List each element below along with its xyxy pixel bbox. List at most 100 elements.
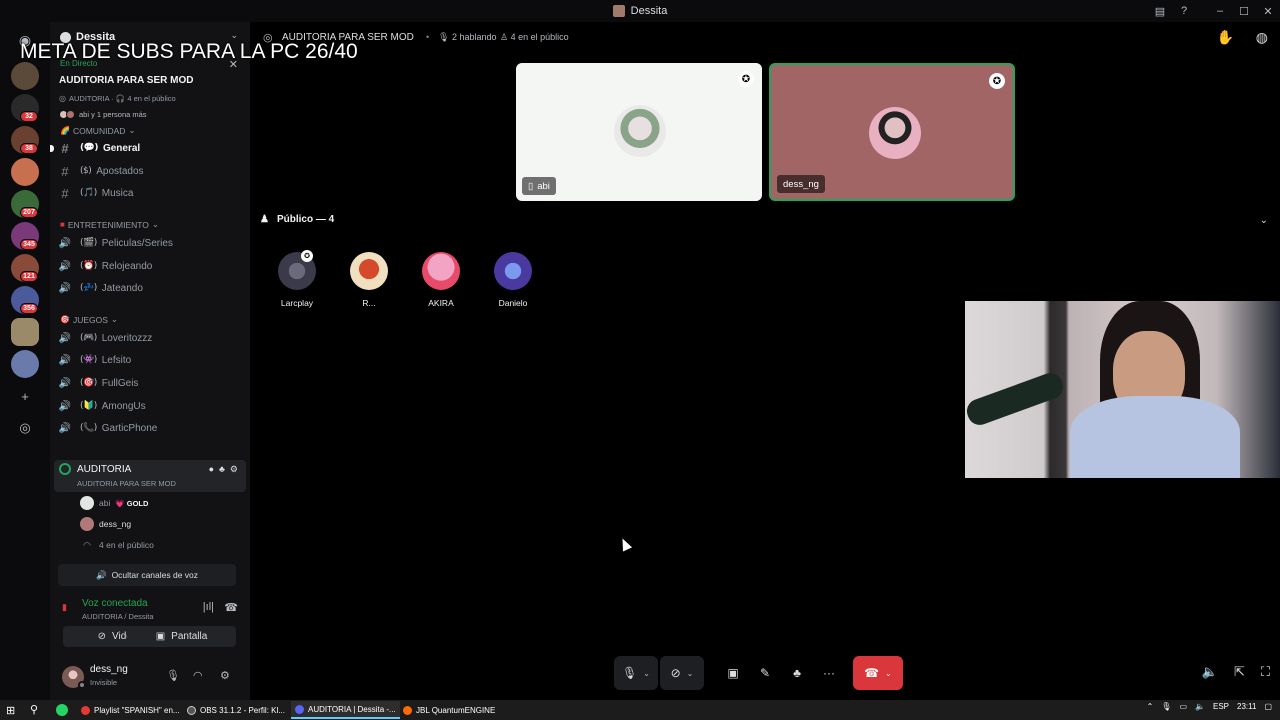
speaker-tile-dess[interactable]: ✪ dess_ng	[769, 63, 1015, 201]
leave-stage-button[interactable]: ☎ ⌄	[853, 656, 903, 690]
audience-member[interactable]: ✪ Larcplay	[267, 250, 327, 308]
speaker-name-tag: dess_ng	[777, 175, 825, 193]
invite-control[interactable]: ♣	[782, 656, 812, 690]
speaker-avatar	[869, 107, 921, 159]
user-name[interactable]: dess_ng	[90, 664, 128, 675]
taskbar-item-active[interactable]: AUDITORIA | Dessita -...	[291, 701, 400, 719]
gear-icon[interactable]: ⚙	[230, 464, 238, 475]
maximize-icon[interactable]: ☐	[1232, 0, 1256, 22]
microphone-icon[interactable]: 🎙	[1161, 702, 1171, 711]
chevron-down-icon[interactable]: ⌄	[643, 669, 650, 678]
whatsapp-icon[interactable]	[56, 704, 68, 716]
popout-icon[interactable]: ⇱	[1234, 664, 1245, 680]
taskbar-item[interactable]: JBL QuantumENGINE	[399, 701, 499, 719]
channel-fullgeis[interactable]: 🔊 (🎯) FullGeis	[54, 373, 244, 393]
server-icon[interactable]	[11, 158, 39, 186]
audience-count-text: 4 en el público	[510, 32, 569, 42]
inbox-icon[interactable]: ▤	[1148, 0, 1172, 22]
chat-icon[interactable]: ●	[209, 464, 214, 475]
channel-lefsito[interactable]: 🔊 (👾) Lefsito	[54, 350, 244, 370]
avatar	[80, 496, 94, 510]
unread-badge: 32	[20, 111, 38, 122]
category-entretenimiento[interactable]: ■ ENTRETENIMIENTO ⌄	[60, 219, 159, 230]
taskbar-item[interactable]: OBS 31.1.2 - Perfil: Kl...	[183, 701, 289, 719]
channel-peliculas[interactable]: 🔊 (🎬) Peliculas/Series	[54, 233, 244, 253]
screen-share-control[interactable]: ▣	[718, 656, 748, 690]
channel-general[interactable]: # (💬) General	[50, 138, 244, 158]
headphones-icon[interactable]: ◠	[193, 669, 203, 682]
add-server-icon[interactable]: +	[15, 386, 35, 406]
server-icon[interactable]	[11, 62, 39, 90]
speaker-tile-abi[interactable]: ✪ ▯ abi	[516, 63, 762, 201]
voice-user-abi[interactable]: abi 💗 GOLD	[80, 493, 148, 513]
phone-icon: ▯	[528, 180, 534, 192]
close-icon[interactable]: ✕	[1256, 0, 1280, 22]
activity-icon[interactable]: ◍	[1256, 29, 1268, 46]
status-indicator	[78, 681, 86, 689]
channel-label: Loveritozzz	[101, 332, 153, 344]
camera-button[interactable]: ⊘ ⌄	[660, 656, 704, 690]
channel-tag: (💤)	[80, 283, 97, 293]
disconnect-icon[interactable]: ☎	[224, 601, 238, 614]
hide-voice-label: Ocultar canales de voz	[111, 570, 199, 580]
voice-location[interactable]: AUDITORIA / Dessita	[82, 612, 154, 621]
help-icon[interactable]: ?	[1172, 0, 1196, 22]
more-icon: ···	[823, 666, 835, 680]
channel-garticphone[interactable]: 🔊 (📞) GarticPhone	[54, 418, 244, 438]
minimize-icon[interactable]: –	[1208, 0, 1232, 22]
channel-jateando[interactable]: 🔊 (💤) Jateando	[54, 278, 244, 298]
microphone-icon[interactable]: 🎙	[166, 669, 180, 682]
taskbar-item[interactable]: Playlist "SPANISH" en...	[77, 701, 184, 719]
speaking-count-text: 2 hablando	[451, 32, 497, 42]
audience-member[interactable]: R...	[339, 252, 399, 308]
voice-audience[interactable]: ◠ 4 en el público	[80, 535, 154, 555]
hide-voice-channels-button[interactable]: 🔊 Ocultar canales de voz	[58, 564, 236, 586]
fullscreen-icon[interactable]: ⛶	[1261, 664, 1270, 680]
gear-icon[interactable]: ⚙	[220, 669, 230, 682]
noise-suppression-icon[interactable]: |ıl|	[203, 601, 214, 613]
chevron-up-icon[interactable]: ⌃	[1147, 702, 1154, 711]
channel-apostados[interactable]: # ($) Apostados	[54, 161, 244, 181]
audience-member[interactable]: AKIRA	[411, 252, 471, 308]
speaker-icon: 🔊	[58, 237, 72, 249]
stage-channel-auditoria[interactable]: AUDITORIA AUDITORIA PARA SER MOD ● ♣ ⚙	[54, 460, 246, 492]
audience-member[interactable]: Danielo	[483, 252, 543, 308]
explore-icon[interactable]: ◎	[15, 418, 35, 438]
chevron-down-icon: ⌄	[128, 125, 136, 135]
chevron-down-icon[interactable]: ⌄	[687, 669, 694, 678]
clock[interactable]: 23:11	[1237, 702, 1256, 711]
add-member-icon[interactable]: ♣	[219, 464, 225, 475]
chevron-down-icon[interactable]: ⌄	[1260, 215, 1268, 226]
channel-loveritozzz[interactable]: 🔊 (🎮) Loveritozzz	[54, 328, 244, 348]
audience-member-name: R...	[362, 298, 376, 308]
webcam-microphone	[965, 369, 1067, 429]
category-juegos[interactable]: 🎯 JUEGOS ⌄	[60, 314, 118, 325]
voice-user-dess[interactable]: dess_ng	[80, 514, 131, 534]
server-icon[interactable]	[11, 350, 39, 378]
microphone-button[interactable]: 🎙 ⌄	[614, 656, 658, 690]
moderation-control[interactable]: ✎	[750, 656, 780, 690]
network-icon[interactable]: ▭	[1179, 702, 1187, 711]
user-panel: dess_ng Invisible 🎙 ◠ ⚙	[50, 660, 250, 700]
voice-status[interactable]: Voz conectada	[82, 598, 148, 609]
raise-hand-icon[interactable]: ✋	[1217, 29, 1234, 46]
volume-icon[interactable]: 🔈	[1195, 702, 1205, 711]
chevron-down-icon[interactable]: ⌄	[885, 669, 892, 678]
notification-icon[interactable]: ▢	[1264, 702, 1272, 711]
chevron-down-icon: ⌄	[110, 314, 119, 324]
more-control[interactable]: ···	[814, 656, 844, 690]
avatar	[422, 252, 460, 290]
windows-start-icon[interactable]: ⊞	[6, 704, 15, 717]
user-tag-badge: 💗 GOLD	[115, 498, 149, 508]
hangup-icon: ☎	[864, 666, 880, 680]
language-indicator[interactable]: ESP	[1213, 702, 1229, 711]
volume-icon[interactable]: 🔈	[1202, 664, 1218, 680]
channel-relojeando[interactable]: 🔊 (⏰) Relojeando	[54, 256, 244, 276]
server-icon-active[interactable]	[11, 318, 39, 346]
server-rail: ◉ 32 38 207 345 121 356 + ◎	[0, 22, 50, 700]
search-icon[interactable]: ⚲	[30, 703, 38, 716]
channel-amongus[interactable]: 🔊 (🔰) AmongUs	[54, 396, 244, 416]
screen-share-button[interactable]: ▣ Pantalla	[127, 626, 236, 647]
category-comunidad[interactable]: 🌈 COMUNIDAD ⌄	[60, 125, 136, 136]
channel-musica[interactable]: # (🎵) Musica	[54, 183, 244, 203]
